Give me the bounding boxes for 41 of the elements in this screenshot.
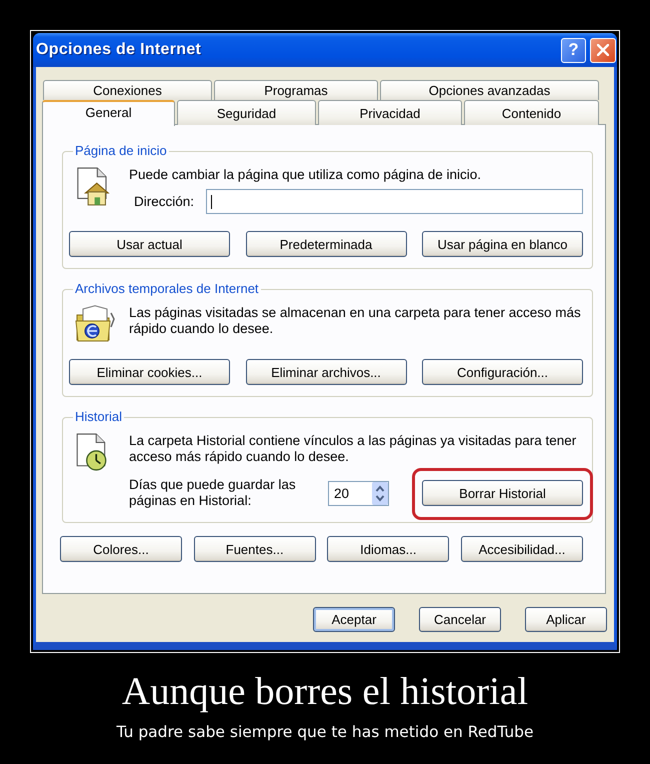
document-clock-icon [75,433,109,471]
group-title: Historial [74,410,123,424]
group-title: Archivos temporales de Internet [74,282,260,296]
tab[interactable]: Privacidad [318,100,462,125]
dialog-button[interactable]: Aplicar [525,607,607,632]
panel-button[interactable]: Fuentes... [194,536,316,562]
panel-button[interactable]: Accesibilidad... [460,536,583,562]
dialog-button[interactable]: Cancelar [419,607,501,632]
folder-icon [75,305,115,342]
tab[interactable]: Contenido [464,100,599,125]
tab[interactable]: General [42,100,175,126]
address-field[interactable] [206,189,583,214]
tab[interactable]: Conexiones [43,80,212,100]
action-button[interactable]: Configuración... [422,359,583,385]
days-label: Días que puede guardar las páginas en Historial: [129,477,297,509]
group-description: Puede cambiar la página que utiliza como página de inicio. [129,167,482,183]
action-button[interactable]: Usar actual [69,231,230,257]
close-button[interactable] [590,38,616,62]
tab[interactable]: Opciones avanzadas [380,80,599,100]
action-button[interactable]: Usar página en blanco [422,231,583,257]
address-label: Dirección: [134,194,194,209]
window-title: Opciones de Internet [36,41,202,59]
action-button[interactable]: Predeterminada [246,231,406,257]
group-title: Página de inicio [74,144,168,158]
action-button[interactable]: Eliminar cookies... [69,359,230,385]
help-button[interactable]: ? [561,38,586,62]
action-button[interactable]: Borrar Historial [422,480,583,506]
panel-button[interactable]: Colores... [60,536,182,562]
poster-title: Aunque borres el historial [122,671,528,713]
document-house-icon [75,167,111,206]
spin-arrows-icon[interactable] [372,482,388,504]
tab[interactable]: Seguridad [177,100,316,125]
days-spinner[interactable]: 20 [328,480,389,506]
poster-subtitle: Tu padre sabe siempre que te has metido en RedTube [116,723,534,741]
close-icon [597,44,609,56]
group-description: Las páginas visitadas se almacenan en una carpeta para tener acceso más rápido cuando lo desee. [129,305,582,337]
action-button[interactable]: Eliminar archivos... [246,359,406,385]
panel-button[interactable]: Idiomas... [327,536,450,562]
dialog-button[interactable]: Aceptar [313,607,395,632]
group-description: La carpeta Historial contiene vínculos a las páginas ya visitadas para tener acceso más rápido cuando lo desee. [129,433,578,465]
tab[interactable]: Programas [214,80,378,100]
